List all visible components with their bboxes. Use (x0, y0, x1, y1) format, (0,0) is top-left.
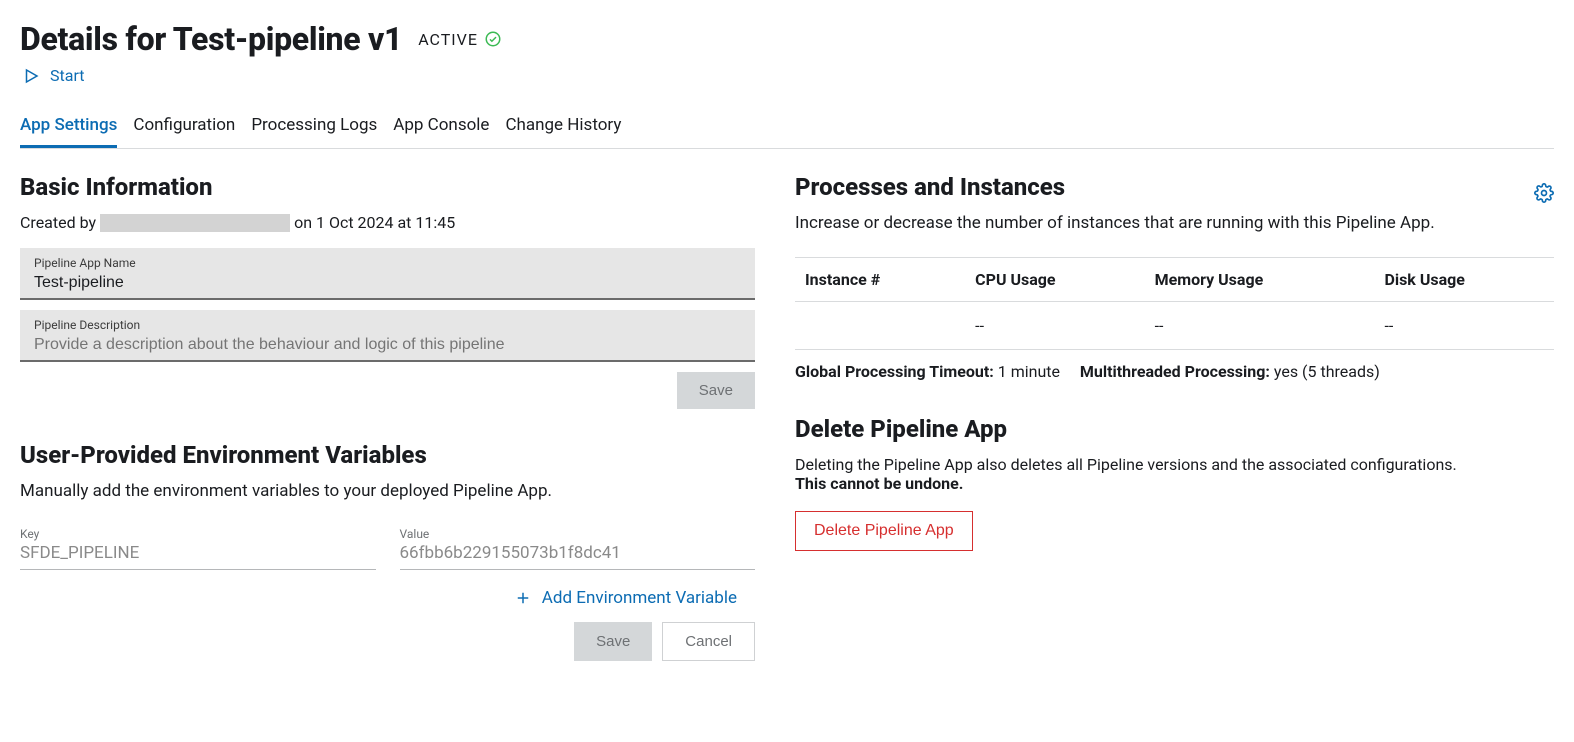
multithread-label: Multithreaded Processing: (1080, 362, 1270, 381)
delete-desc: Deleting the Pipeline App also deletes a… (795, 455, 1554, 493)
multithread-value: yes (5 threads) (1274, 362, 1380, 381)
col-cpu: CPU Usage (965, 258, 1144, 302)
tabs: App Settings Configuration Processing Lo… (20, 109, 1554, 149)
env-desc: Manually add the environment variables t… (20, 481, 755, 501)
add-env-var-button[interactable]: Add Environment Variable (20, 588, 755, 608)
table-row: -- -- -- (795, 302, 1554, 350)
pipeline-name-label: Pipeline App Name (34, 256, 741, 270)
env-key-field[interactable]: Key SFDE_PIPELINE (20, 525, 376, 570)
add-env-var-label: Add Environment Variable (542, 588, 737, 608)
status-label: ACTIVE (418, 30, 478, 49)
timeout-label: Global Processing Timeout: (795, 362, 994, 381)
col-memory: Memory Usage (1145, 258, 1375, 302)
env-value-field[interactable]: Value 66fbb6b229155073b1f8dc41 (400, 525, 756, 570)
page-title: Details for Test-pipeline v1 (20, 20, 402, 58)
processes-desc: Increase or decrease the number of insta… (795, 213, 1554, 233)
env-heading: User-Provided Environment Variables (20, 441, 755, 469)
redacted-author (100, 214, 290, 232)
tab-change-history[interactable]: Change History (505, 109, 621, 148)
plus-icon (514, 589, 532, 607)
delete-desc-line2: This cannot be undone. (795, 474, 963, 493)
env-value-label: Value (400, 527, 756, 541)
basic-info-heading: Basic Information (20, 173, 755, 201)
delete-pipeline-button[interactable]: Delete Pipeline App (795, 511, 973, 551)
delete-heading: Delete Pipeline App (795, 415, 1554, 443)
tab-app-console[interactable]: App Console (393, 109, 489, 148)
processes-heading: Processes and Instances (795, 173, 1065, 201)
start-button[interactable]: Start (22, 66, 1554, 85)
check-circle-icon (484, 30, 502, 48)
pipeline-name-input[interactable] (34, 274, 741, 292)
play-icon (22, 67, 40, 85)
save-basic-button[interactable]: Save (677, 372, 755, 409)
pipeline-desc-input[interactable] (34, 336, 741, 354)
cell-instance (795, 302, 965, 350)
col-instance: Instance # (795, 258, 965, 302)
start-label: Start (50, 66, 84, 85)
pipeline-desc-field[interactable]: Pipeline Description (20, 310, 755, 362)
delete-desc-line1: Deleting the Pipeline App also deletes a… (795, 455, 1457, 474)
save-env-button[interactable]: Save (574, 622, 652, 661)
created-suffix: on 1 Oct 2024 at 11:45 (294, 213, 455, 232)
processing-meta: Global Processing Timeout: 1 minute Mult… (795, 362, 1554, 381)
cell-cpu: -- (965, 302, 1144, 350)
cancel-env-button[interactable]: Cancel (662, 622, 755, 661)
created-prefix: Created by (20, 213, 96, 232)
env-key-value: SFDE_PIPELINE (20, 543, 376, 563)
timeout-value: 1 minute (998, 362, 1060, 381)
cell-memory: -- (1145, 302, 1375, 350)
created-by-text: Created by on 1 Oct 2024 at 11:45 (20, 213, 755, 232)
env-value-value: 66fbb6b229155073b1f8dc41 (400, 543, 756, 563)
env-key-label: Key (20, 527, 376, 541)
status-badge: ACTIVE (418, 30, 502, 49)
tab-configuration[interactable]: Configuration (133, 109, 235, 148)
col-disk: Disk Usage (1374, 258, 1554, 302)
pipeline-desc-label: Pipeline Description (34, 318, 741, 332)
cell-disk: -- (1374, 302, 1554, 350)
gear-icon[interactable] (1534, 183, 1554, 203)
tab-app-settings[interactable]: App Settings (20, 109, 117, 148)
pipeline-name-field[interactable]: Pipeline App Name (20, 248, 755, 300)
instances-table: Instance # CPU Usage Memory Usage Disk U… (795, 257, 1554, 350)
tab-processing-logs[interactable]: Processing Logs (251, 109, 377, 148)
